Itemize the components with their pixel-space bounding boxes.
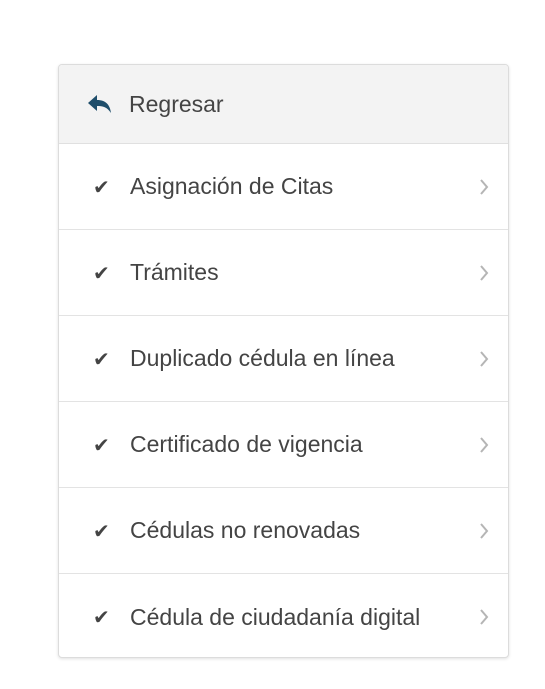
chevron-right-icon [478,436,490,454]
menu-item-duplicado-cedula[interactable]: ✔ Duplicado cédula en línea [59,316,508,402]
checkmark-icon: ✔ [93,432,110,457]
reply-arrow-icon [87,93,115,115]
chevron-right-icon [478,264,490,282]
menu-item-tramites[interactable]: ✔ Trámites [59,230,508,316]
checkmark-icon: ✔ [93,174,110,199]
chevron-right-icon [478,608,490,626]
menu-item-label: Asignación de Citas [130,173,334,199]
back-button[interactable]: Regresar [59,65,508,144]
menu-item-label: Cédulas no renovadas [130,517,361,543]
menu-item-label: Duplicado cédula en línea [130,345,395,371]
checkmark-icon: ✔ [93,605,110,629]
chevron-right-icon [478,350,490,368]
menu-item-cedula-digital[interactable]: ✔ Cédula de ciudadanía digital [59,574,508,657]
menu-item-label: Certificado de vigencia [130,431,363,457]
menu-item-label: Cédula de ciudadanía digital [130,603,421,630]
menu-item-asignacion-citas[interactable]: ✔ Asignación de Citas [59,144,508,230]
menu-item-certificado-vigencia[interactable]: ✔ Certificado de vigencia [59,402,508,488]
menu-item-label: Trámites [130,259,219,285]
checkmark-icon: ✔ [93,346,110,371]
checkmark-icon: ✔ [93,260,110,285]
menu-item-cedulas-no-renovadas[interactable]: ✔ Cédulas no renovadas [59,488,508,574]
chevron-right-icon [478,178,490,196]
chevron-right-icon [478,522,490,540]
services-menu: Regresar ✔ Asignación de Citas ✔ Trámite… [58,64,509,658]
back-label: Regresar [129,90,224,117]
checkmark-icon: ✔ [93,518,110,543]
